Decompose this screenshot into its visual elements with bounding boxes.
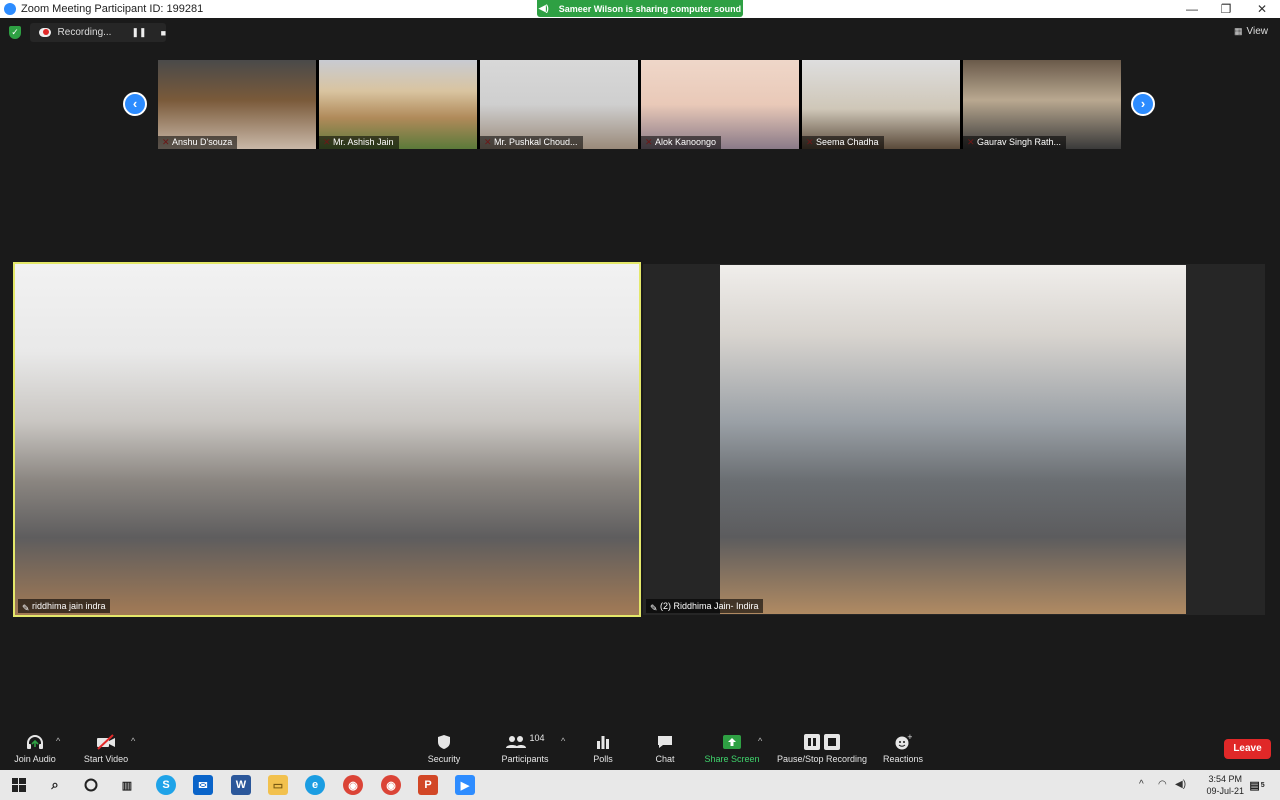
- participant-thumbnail-strip: ✕ Anshu D'souza ✕ Mr. Ashish Jain ✕ Mr. …: [158, 60, 1121, 149]
- recording-indicator: Recording... ❚❚ ■: [30, 23, 166, 42]
- windows-taskbar: ⌕ ▥ S ✉ W ▭ e ◉ ◉ P ▶ ^ ◠ ◀) 3:54 PM 09-…: [0, 770, 1280, 800]
- zoom-taskbar-icon[interactable]: ▶: [455, 775, 475, 795]
- previous-page-arrow-icon[interactable]: ‹: [123, 92, 147, 116]
- participants-options-caret-icon[interactable]: ^: [561, 736, 565, 746]
- grid-icon: ▦: [1233, 26, 1243, 36]
- skype-icon[interactable]: S: [156, 775, 176, 795]
- next-page-arrow-icon[interactable]: ›: [1131, 92, 1155, 116]
- search-icon[interactable]: ⌕: [45, 775, 65, 795]
- chat-bubble-icon: [651, 732, 679, 752]
- video-name-label: ✎ (2) Riddhima Jain- Indira: [646, 599, 763, 613]
- participant-video[interactable]: ✎ (2) Riddhima Jain- Indira: [643, 264, 1265, 615]
- participant-thumbnail[interactable]: ✕ Seema Chadha: [802, 60, 960, 149]
- participant-thumbnail[interactable]: ✕ Mr. Ashish Jain: [319, 60, 477, 149]
- video-feed: [720, 265, 1186, 614]
- view-label: View: [1246, 26, 1269, 37]
- participant-name: Mr. Pushkal Choud...: [480, 136, 583, 149]
- polls-bar-chart-icon: [588, 732, 618, 752]
- wifi-icon[interactable]: ◠: [1158, 779, 1167, 790]
- participant-thumbnail[interactable]: ✕ Gaurav Singh Rath...: [963, 60, 1121, 149]
- participant-name: Seema Chadha: [802, 136, 884, 149]
- headphones-icon: [12, 732, 58, 752]
- meeting-topbar: ✓ Recording... ❚❚ ■ ▦ View: [0, 18, 1280, 48]
- speaker-icon: ◀): [538, 3, 549, 13]
- share-screen-icon: [704, 732, 760, 752]
- pause-stop-icon: [774, 732, 870, 752]
- participants-button[interactable]: 104 Participants: [500, 732, 550, 764]
- security-shield-icon: [424, 732, 464, 752]
- pause-recording-icon[interactable]: ❚❚: [131, 27, 146, 38]
- share-banner-text: Sameer Wilson is sharing computer sound: [558, 3, 742, 14]
- reactions-emoji-icon: +: [880, 732, 926, 752]
- participant-name: Anshu D'souza: [158, 136, 238, 149]
- video-options-caret-icon[interactable]: ^: [131, 736, 135, 746]
- chrome-browser-icon[interactable]: ◉: [343, 775, 363, 795]
- participant-thumbnail[interactable]: ✕ Alok Kanoongo: [641, 60, 799, 149]
- video-off-icon: [80, 732, 132, 752]
- zoom-app-icon: [4, 3, 16, 15]
- video-name-label: ✎ riddhima jain indra: [18, 599, 110, 613]
- taskbar-clock[interactable]: 3:54 PM 09-Jul-21: [1206, 773, 1244, 797]
- participants-icon: 104: [500, 732, 550, 752]
- sound-share-banner: ◀) Sameer Wilson is sharing computer sou…: [537, 0, 743, 17]
- clock-date: 09-Jul-21: [1206, 786, 1244, 796]
- participant-name: Alok Kanoongo: [641, 136, 722, 149]
- view-button[interactable]: ▦ View: [1234, 26, 1268, 37]
- reactions-button[interactable]: + Reactions: [880, 732, 926, 764]
- minimize-button[interactable]: —: [1174, 0, 1210, 18]
- participant-thumbnail[interactable]: ✕ Mr. Pushkal Choud...: [480, 60, 638, 149]
- edge-browser-icon[interactable]: e: [305, 775, 325, 795]
- pin-icon: ✎: [22, 603, 30, 613]
- start-video-button[interactable]: Start Video: [80, 732, 132, 764]
- participants-count: 104: [529, 733, 545, 743]
- share-options-caret-icon[interactable]: ^: [758, 736, 762, 746]
- video-participant-name: (2) Riddhima Jain- Indira: [660, 601, 759, 611]
- cloud-recording-icon: [39, 28, 51, 37]
- volume-icon[interactable]: ◀): [1175, 779, 1186, 790]
- participant-thumbnail[interactable]: ✕ Anshu D'souza: [158, 60, 316, 149]
- security-button[interactable]: Security: [424, 732, 464, 764]
- tray-overflow-icon[interactable]: ^: [1139, 779, 1144, 790]
- pin-icon: ✎: [650, 603, 658, 613]
- pause-stop-recording-button[interactable]: Pause/Stop Recording: [774, 732, 870, 764]
- join-audio-button[interactable]: Join Audio: [12, 732, 58, 764]
- leave-meeting-button[interactable]: Leave: [1224, 739, 1271, 759]
- cortana-icon[interactable]: [81, 775, 101, 795]
- participant-name: Gaurav Singh Rath...: [963, 136, 1067, 149]
- file-explorer-icon[interactable]: ▭: [268, 775, 288, 795]
- share-screen-button[interactable]: Share Screen: [704, 732, 760, 764]
- mail-icon[interactable]: ✉: [193, 775, 213, 795]
- active-speaker-video[interactable]: ✎ riddhima jain indra: [13, 262, 641, 617]
- powerpoint-icon[interactable]: P: [418, 775, 438, 795]
- chat-button[interactable]: Chat: [651, 732, 679, 764]
- word-icon[interactable]: W: [231, 775, 251, 795]
- participant-name: Mr. Ashish Jain: [319, 136, 399, 149]
- restore-button[interactable]: ❐: [1208, 0, 1244, 18]
- close-button[interactable]: ✕: [1244, 0, 1280, 18]
- recording-label: Recording...: [57, 27, 112, 38]
- window-title: Zoom Meeting Participant ID: 199281: [21, 3, 204, 15]
- task-view-icon[interactable]: ▥: [117, 775, 137, 795]
- notifications-icon[interactable]: ▤ 5: [1247, 775, 1267, 795]
- meeting-toolbar: Join Audio ^ Start Video ^ Security 104 …: [0, 726, 1280, 770]
- encryption-shield-icon[interactable]: ✓: [9, 26, 21, 39]
- polls-button[interactable]: Polls: [588, 732, 618, 764]
- stop-recording-icon[interactable]: ■: [161, 28, 166, 38]
- chrome-profile-icon[interactable]: ◉: [381, 775, 401, 795]
- clock-time: 3:54 PM: [1208, 774, 1242, 784]
- windows-start-icon[interactable]: [9, 775, 29, 795]
- svg-text:+: +: [907, 734, 912, 741]
- video-participant-name: riddhima jain indra: [32, 601, 106, 611]
- audio-options-caret-icon[interactable]: ^: [56, 736, 60, 746]
